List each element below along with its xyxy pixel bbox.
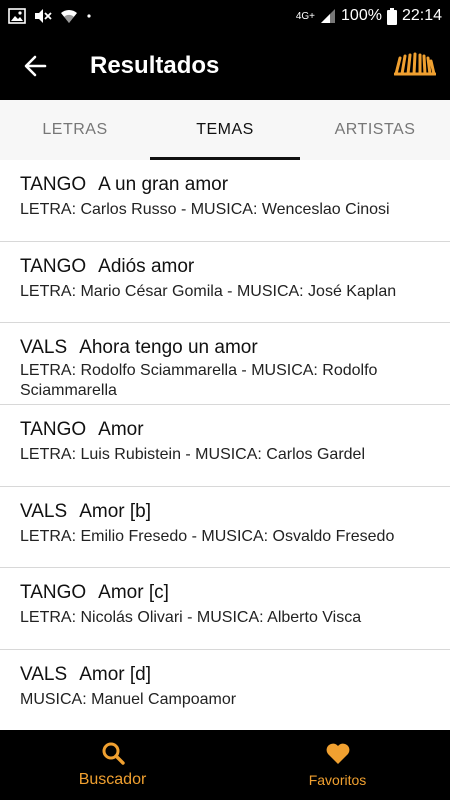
dot-icon	[86, 8, 92, 24]
item-genre: TANGO	[20, 255, 87, 277]
nav-favorites-label: Favoritos	[308, 772, 367, 788]
status-left	[8, 8, 92, 24]
item-credits: MUSICA: Manuel Campoamor	[20, 690, 237, 708]
item-credits: LETRA: Luis Rubistein - MUSICA: Carlos G…	[20, 446, 365, 463]
item-genre: VALS	[20, 663, 68, 685]
item-title: Adiós amor	[98, 255, 195, 277]
mute-icon	[34, 8, 52, 24]
item-credits: LETRA: Rodolfo Sciammarella - MUSICA: Ro…	[20, 362, 378, 399]
item-heading: VALS Amor [b]	[20, 501, 430, 523]
item-title: Amor [c]	[98, 582, 169, 603]
back-arrow-icon	[24, 55, 47, 77]
item-credits: LETRA: Mario César Gomila - MUSICA: José…	[20, 282, 397, 300]
tab-temas[interactable]: TEMAS	[150, 100, 300, 160]
item-title: Amor [b]	[79, 500, 151, 522]
item-genre: VALS	[20, 500, 68, 522]
bandoneon-logo-icon	[393, 52, 437, 83]
heart-icon	[326, 743, 349, 764]
page-title: Resultados	[90, 52, 220, 79]
item-genre: VALS	[20, 337, 68, 358]
item-credits: LETRA: Nicolás Olivari - MUSICA: Alberto…	[20, 609, 362, 626]
item-title: A un gran amor	[98, 174, 229, 195]
signal-icon	[320, 8, 336, 24]
network-type-label: 4G+	[295, 10, 316, 22]
item-title: Amor [d]	[79, 663, 151, 685]
item-genre: TANGO	[20, 419, 87, 440]
item-heading: TANGO Amor [c]	[20, 582, 430, 604]
item-genre: TANGO	[20, 174, 87, 195]
status-right: 4G+ 100% 22:14	[296, 7, 442, 25]
back-button[interactable]	[0, 32, 70, 100]
list-item[interactable]: TANGO Adiós amor LETRA: Mario César Gomil…	[0, 242, 450, 323]
list-item[interactable]: VALS Amor [b] LETRA: Emilio Fresedo - MUS…	[0, 487, 450, 568]
list-item[interactable]: VALS Ahora tengo un amor LETRA: Rodolfo S…	[0, 323, 450, 405]
tab-letras[interactable]: LETRAS	[0, 100, 150, 160]
item-heading: TANGO Amor	[20, 419, 430, 441]
tab-bar: LETRAS TEMAS ARTISTAS	[0, 100, 450, 160]
item-credits: LETRA: Carlos Russo - MUSICA: Wenceslao …	[20, 201, 390, 218]
app-bar: Resultados	[0, 32, 450, 100]
search-icon	[102, 742, 125, 765]
list-item[interactable]: TANGO A un gran amor LETRA: Carlos Russo …	[0, 160, 450, 242]
list-item[interactable]: TANGO Amor LETRA: Luis Rubistein - MUSICA…	[0, 405, 450, 487]
list-item[interactable]: TANGO Amor [c] LETRA: Nicolás Olivari - M…	[0, 568, 450, 650]
nav-search-label: Buscador	[78, 771, 147, 788]
item-title: Ahora tengo un amor	[79, 337, 258, 358]
item-heading: TANGO A un gran amor	[20, 174, 430, 196]
item-title: Amor	[98, 419, 144, 440]
bottom-nav: Buscador Favoritos	[0, 730, 450, 800]
nav-favorites[interactable]: Favoritos	[225, 730, 450, 800]
item-heading: VALS Ahora tengo un amor	[20, 337, 430, 359]
status-bar: 4G+ 100% 22:14	[0, 0, 450, 32]
image-notification-icon	[8, 8, 26, 24]
nav-search[interactable]: Buscador	[0, 730, 225, 800]
item-heading: VALS Amor [d]	[20, 664, 430, 686]
battery-percent: 100%	[341, 7, 382, 24]
wifi-icon	[60, 8, 78, 24]
clock: 22:14	[401, 7, 442, 24]
list-item[interactable]: VALS Amor [d] MUSICA: Manuel Campoamor	[0, 650, 450, 731]
item-heading: TANGO Adiós amor	[20, 256, 430, 278]
item-genre: TANGO	[20, 582, 87, 603]
item-credits: LETRA: Emilio Fresedo - MUSICA: Osvaldo …	[20, 527, 395, 545]
results-list: TANGO A un gran amor LETRA: Carlos Russo …	[0, 160, 450, 730]
tab-artistas[interactable]: ARTISTAS	[300, 100, 450, 160]
battery-icon	[386, 7, 397, 25]
